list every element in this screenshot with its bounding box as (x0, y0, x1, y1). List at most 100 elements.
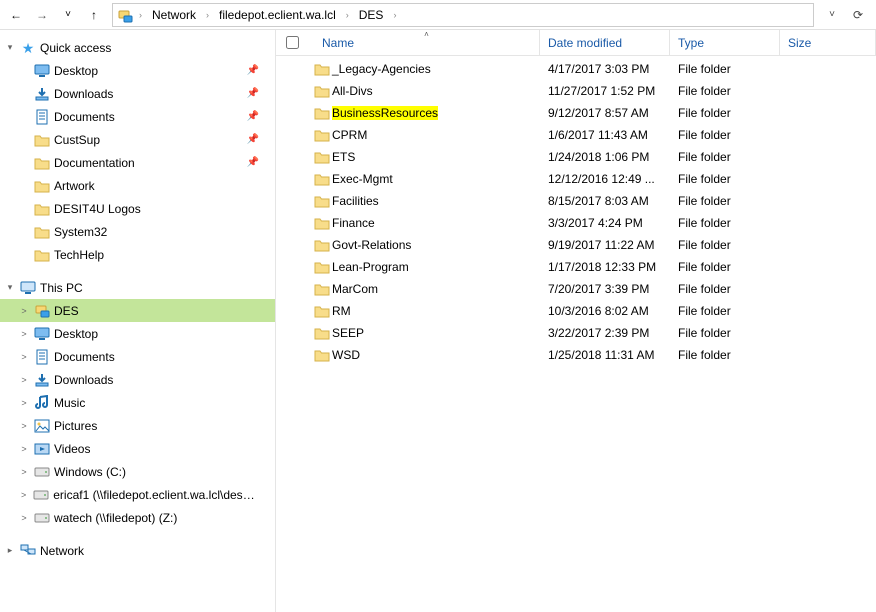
table-row[interactable]: Facilities8/15/2017 8:03 AMFile folder (276, 190, 876, 212)
tree-item[interactable]: >DES (0, 299, 275, 322)
chevron-right-icon: ▸ (4, 545, 16, 556)
table-row[interactable]: Exec-Mgmt12/12/2016 12:49 ...File folder (276, 168, 876, 190)
file-date: 8/15/2017 8:03 AM (540, 194, 670, 208)
music-icon (34, 395, 50, 411)
column-header-size[interactable]: Size (780, 30, 876, 55)
pin-icon: 📌 (247, 134, 259, 145)
breadcrumb[interactable]: filedepot.eclient.wa.lcl (215, 4, 340, 26)
chevron-right-icon: › (137, 10, 144, 20)
file-type: File folder (670, 150, 780, 164)
file-date: 1/17/2018 12:33 PM (540, 260, 670, 274)
table-row[interactable]: MarCom7/20/2017 3:39 PMFile folder (276, 278, 876, 300)
file-date: 9/12/2017 8:57 AM (540, 106, 670, 120)
file-date: 3/22/2017 2:39 PM (540, 326, 670, 340)
tree-this-pc[interactable]: ▾ This PC (0, 276, 275, 299)
tree-item-label: Music (54, 396, 85, 410)
chevron-right-icon: > (18, 444, 30, 454)
doc-icon (34, 349, 50, 365)
column-header-date[interactable]: Date modified (540, 30, 670, 55)
tree-item[interactable]: >Pictures (0, 414, 275, 437)
table-row[interactable]: SEEP3/22/2017 2:39 PMFile folder (276, 322, 876, 344)
chevron-right-icon: › (391, 10, 398, 20)
pin-icon: 📌 (247, 157, 259, 168)
tree-item-label: Downloads (54, 87, 113, 101)
column-label: Date modified (548, 36, 622, 50)
address-bar[interactable]: › Network › filedepot.eclient.wa.lcl › D… (112, 3, 814, 27)
tree-item[interactable]: > Downloads (0, 368, 275, 391)
breadcrumb[interactable]: DES (355, 4, 388, 26)
file-name: Govt-Relations (332, 238, 540, 252)
file-name: ETS (332, 150, 540, 164)
tree-item-label: watech (\\filedepot) (Z:) (54, 511, 177, 525)
table-row[interactable]: Govt-Relations9/19/2017 11:22 AMFile fol… (276, 234, 876, 256)
breadcrumb-label: filedepot.eclient.wa.lcl (219, 8, 336, 22)
file-date: 4/17/2017 3:03 PM (540, 62, 670, 76)
tree-item[interactable]: >Documents (0, 345, 275, 368)
tree-item[interactable]: >Music (0, 391, 275, 414)
file-list[interactable]: _Legacy-Agencies4/17/2017 3:03 PMFile fo… (276, 56, 876, 612)
table-row[interactable]: BusinessResources9/12/2017 8:57 AMFile f… (276, 102, 876, 124)
file-date: 12/12/2016 12:49 ... (540, 172, 670, 186)
chevron-right-icon: > (18, 352, 30, 362)
file-type: File folder (670, 260, 780, 274)
tree-item[interactable]: >Desktop (0, 322, 275, 345)
refresh-button[interactable]: ⟳ (846, 3, 870, 27)
select-all-checkbox[interactable] (286, 36, 314, 49)
file-date: 3/3/2017 4:24 PM (540, 216, 670, 230)
tree-item[interactable]: CustSup📌 (0, 128, 275, 151)
file-type: File folder (670, 304, 780, 318)
file-name: Finance (332, 216, 540, 230)
tree-item[interactable]: >ericaf1 (\\filedepot.eclient.wa.lcl\des… (0, 483, 275, 506)
tree-quick-access[interactable]: ▾ ★ Quick access (0, 36, 275, 59)
navigation-pane[interactable]: ▾ ★ Quick access Desktop📌Downloads📌Docum… (0, 30, 276, 612)
tree-item[interactable]: Desktop 📌 (0, 59, 275, 82)
file-type: File folder (670, 62, 780, 76)
table-row[interactable]: RM10/3/2016 8:02 AMFile folder (276, 300, 876, 322)
table-row[interactable]: _Legacy-Agencies4/17/2017 3:03 PMFile fo… (276, 58, 876, 80)
chevron-right-icon: > (18, 306, 30, 316)
table-row[interactable]: ETS1/24/2018 1:06 PMFile folder (276, 146, 876, 168)
doc-icon (34, 109, 50, 125)
tree-item[interactable]: >watech (\\filedepot) (Z:) (0, 506, 275, 529)
folder-icon (34, 201, 50, 217)
back-button[interactable]: ← (4, 3, 28, 27)
forward-button[interactable]: → (30, 3, 54, 27)
file-date: 1/25/2018 11:31 AM (540, 348, 670, 362)
tree-item[interactable]: Artwork (0, 174, 275, 197)
video-icon (34, 441, 50, 457)
tree-item[interactable]: System32 (0, 220, 275, 243)
tree-item[interactable]: Documentation📌 (0, 151, 275, 174)
column-header-type[interactable]: Type (670, 30, 780, 55)
tree-item[interactable]: >Windows (C:) (0, 460, 275, 483)
file-pane: Name ˄ Date modified Type Size _Legacy-A… (276, 30, 876, 612)
chevron-right-icon: > (18, 375, 30, 385)
tree-item[interactable]: Downloads 📌 (0, 82, 275, 105)
breadcrumb[interactable]: Network (148, 4, 200, 26)
tree-network[interactable]: ▸ Network (0, 539, 275, 562)
table-row[interactable]: Finance3/3/2017 4:24 PMFile folder (276, 212, 876, 234)
up-button[interactable]: ↑ (82, 3, 106, 27)
recent-locations-button[interactable]: ˅ (56, 3, 80, 27)
folder-icon (34, 132, 50, 148)
file-type: File folder (670, 106, 780, 120)
address-dropdown-button[interactable]: ˅ (820, 3, 844, 27)
tree-item-label: Downloads (54, 373, 113, 387)
pin-icon: 📌 (247, 65, 259, 76)
tree-item[interactable]: DESIT4U Logos (0, 197, 275, 220)
tree-item[interactable]: TechHelp (0, 243, 275, 266)
desktop-icon (34, 63, 50, 79)
table-row[interactable]: All-Divs11/27/2017 1:52 PMFile folder (276, 80, 876, 102)
tree-item[interactable]: Documents📌 (0, 105, 275, 128)
file-type: File folder (670, 348, 780, 362)
pin-icon: 📌 (247, 88, 259, 99)
table-row[interactable]: WSD1/25/2018 11:31 AMFile folder (276, 344, 876, 366)
tree-item-label: Desktop (54, 64, 98, 78)
tree-item[interactable]: > Videos (0, 437, 275, 460)
tree-item-label: Windows (C:) (54, 465, 126, 479)
file-type: File folder (670, 84, 780, 98)
table-row[interactable]: Lean-Program1/17/2018 12:33 PMFile folde… (276, 256, 876, 278)
table-row[interactable]: CPRM1/6/2017 11:43 AMFile folder (276, 124, 876, 146)
tree-item-label: Videos (54, 442, 90, 456)
star-icon: ★ (20, 40, 36, 56)
column-header-name[interactable]: Name ˄ (314, 30, 540, 55)
